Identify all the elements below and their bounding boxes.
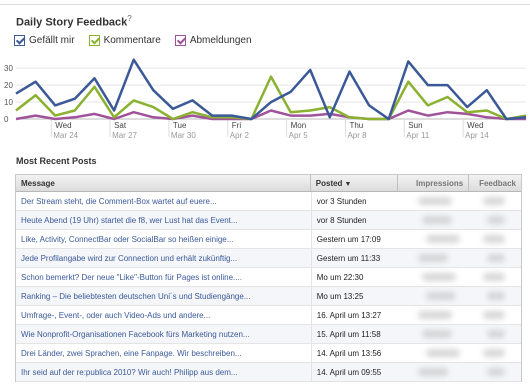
- feedback-cell-redacted: [469, 249, 521, 267]
- post-time: 15. April um 11:58: [310, 325, 399, 343]
- impressions-cell-redacted: [398, 287, 469, 305]
- post-time: vor 8 Stunden: [310, 211, 399, 229]
- x-tick-date: Apr 2: [230, 131, 250, 140]
- column-header-posted[interactable]: Posted ▼: [311, 175, 399, 191]
- post-time: vor 3 Stunden: [310, 192, 399, 210]
- feedback-cell-redacted: [469, 325, 521, 343]
- y-tick-label: 10: [4, 98, 13, 107]
- table-row: Ihr seid auf der re:publica 2010? Wir au…: [16, 363, 521, 382]
- table-row: Umfrage-, Event-, oder auch Video-Ads un…: [16, 306, 521, 325]
- post-time: Mo um 13:25: [310, 287, 399, 305]
- post-message-link[interactable]: Ihr seid auf der re:publica 2010? Wir au…: [16, 363, 311, 381]
- x-tick-day: Wed: [467, 121, 483, 130]
- x-tick-date: Mar 24: [53, 131, 78, 140]
- post-time: Mo um 22:30: [310, 268, 399, 286]
- x-tick-day: Wed: [55, 121, 71, 130]
- post-message-link[interactable]: Like, Activity, ConnectBar oder SocialBa…: [16, 230, 311, 248]
- feedback-cell-redacted: [469, 287, 521, 305]
- table-row: Ranking – Die beliebtesten deutschen Uni…: [16, 287, 521, 306]
- x-tick-date: Apr 14: [465, 131, 489, 140]
- x-tick-date: Mar 30: [171, 131, 196, 140]
- post-message-link[interactable]: Drei Länder, zwei Sprachen, eine Fanpage…: [16, 344, 311, 362]
- table-row: Heute Abend (19 Uhr) startet die f8, wer…: [16, 211, 521, 230]
- feedback-line-chart: 3020100WedMar 24SatMar 27TueMar 30FriApr…: [4, 58, 527, 140]
- table-row: Schon bemerkt? Der neue "Like"-Button fü…: [16, 268, 521, 287]
- impressions-cell-redacted: [398, 363, 469, 381]
- help-marker[interactable]: ?: [127, 14, 131, 23]
- table-row: Jede Profilangabe wird zur Connection un…: [16, 249, 521, 268]
- series-line-unsubscribes: [15, 109, 526, 121]
- post-message-link[interactable]: Schon bemerkt? Der neue "Like"-Button fü…: [16, 268, 311, 286]
- feedback-cell-redacted: [469, 230, 521, 248]
- post-message-link[interactable]: Umfrage-, Event-, oder auch Video-Ads un…: [16, 306, 311, 324]
- post-time: Gestern um 11:33: [310, 249, 399, 267]
- impressions-cell-redacted: [398, 249, 469, 267]
- x-tick-day: Fri: [232, 121, 242, 130]
- x-tick-day: Sun: [408, 121, 422, 130]
- section-title: Most Recent Posts: [16, 156, 97, 166]
- post-time: 16. April um 13:27: [310, 306, 399, 324]
- y-tick-label: 0: [4, 115, 9, 124]
- legend-toggle-comments[interactable]: Kommentare: [88, 33, 161, 47]
- table-row: Wie Nonprofit-Organisationen Facebook fü…: [16, 325, 521, 344]
- x-tick-day: Tue: [173, 121, 187, 130]
- checkbox-checked-icon[interactable]: [174, 34, 186, 46]
- x-tick-day: Mon: [291, 121, 307, 130]
- post-message-link[interactable]: Wie Nonprofit-Organisationen Facebook fü…: [16, 325, 311, 343]
- impressions-cell-redacted: [398, 306, 469, 324]
- table-row: Like, Activity, ConnectBar oder SocialBa…: [16, 230, 521, 249]
- impressions-cell-redacted: [398, 192, 469, 210]
- y-tick-label: 20: [4, 81, 13, 90]
- impressions-cell-redacted: [398, 268, 469, 286]
- legend-label-unsubscribes: Abmeldungen: [189, 34, 252, 46]
- legend-label-likes: Gefällt mir: [29, 34, 75, 46]
- x-tick-date: Apr 11: [406, 131, 430, 140]
- top-divider: [0, 4, 530, 5]
- legend-toggle-unsubscribes[interactable]: Abmeldungen: [174, 33, 252, 47]
- feedback-cell-redacted: [469, 306, 521, 324]
- table-header: Message Posted ▼ Impressions Feedback: [16, 175, 521, 192]
- column-header-impressions[interactable]: Impressions: [398, 175, 470, 191]
- post-message-link[interactable]: Heute Abend (19 Uhr) startet die f8, wer…: [16, 211, 311, 229]
- sort-desc-icon: ▼: [344, 181, 352, 188]
- checkbox-checked-icon[interactable]: [88, 34, 100, 46]
- post-message-link[interactable]: Ranking – Die beliebtesten deutschen Uni…: [16, 287, 311, 305]
- impressions-cell-redacted: [398, 211, 469, 229]
- chart-title: Daily Story Feedback?: [16, 14, 132, 29]
- post-message-link[interactable]: Der Stream steht, die Comment-Box wartet…: [16, 192, 311, 210]
- chart-legend: Gefällt mir Kommentare Abmeldungen: [14, 33, 252, 47]
- x-tick-day: Thu: [349, 121, 363, 130]
- impressions-cell-redacted: [398, 344, 469, 362]
- feedback-cell-redacted: [469, 363, 521, 381]
- feedback-cell-redacted: [469, 211, 521, 229]
- table-body: Der Stream steht, die Comment-Box wartet…: [16, 192, 521, 382]
- post-time: 14. April um 13:56: [310, 344, 399, 362]
- impressions-cell-redacted: [398, 230, 469, 248]
- x-tick-date: Apr 8: [347, 131, 367, 140]
- legend-toggle-likes[interactable]: Gefällt mir: [14, 33, 75, 47]
- feedback-cell-redacted: [469, 268, 521, 286]
- x-tick-day: Sat: [114, 121, 127, 130]
- legend-label-comments: Kommentare: [103, 34, 161, 46]
- post-time: 14. April um 09:55: [310, 363, 399, 381]
- y-tick-label: 30: [4, 64, 13, 73]
- feedback-cell-redacted: [469, 192, 521, 210]
- table-row: Drei Länder, zwei Sprachen, eine Fanpage…: [16, 344, 521, 363]
- impressions-cell-redacted: [398, 325, 469, 343]
- checkbox-checked-icon[interactable]: [14, 34, 25, 46]
- post-time: Gestern um 17:09: [310, 230, 399, 248]
- column-header-feedback[interactable]: Feedback: [469, 175, 521, 191]
- posts-table: Message Posted ▼ Impressions Feedback Der…: [15, 174, 522, 382]
- post-message-link[interactable]: Jede Profilangabe wird zur Connection un…: [16, 249, 311, 267]
- x-tick-date: Apr 5: [289, 131, 309, 140]
- feedback-cell-redacted: [469, 344, 521, 362]
- x-tick-date: Mar 27: [112, 131, 137, 140]
- chart-title-text: Daily Story Feedback: [16, 16, 128, 29]
- table-row: Der Stream steht, die Comment-Box wartet…: [16, 192, 521, 211]
- column-header-message[interactable]: Message: [16, 175, 311, 191]
